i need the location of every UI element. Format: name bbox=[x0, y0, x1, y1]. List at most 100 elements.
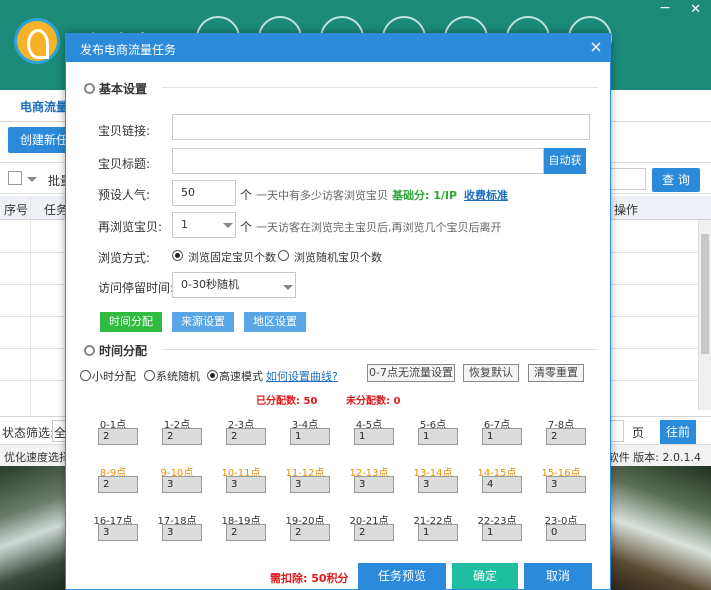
tab-region-settings[interactable]: 地区设置 bbox=[244, 312, 306, 332]
close-icon[interactable]: × bbox=[586, 37, 606, 57]
tab-time-allocation[interactable]: 时间分配 bbox=[100, 312, 162, 332]
item-title-label: 宝贝标题: bbox=[98, 157, 151, 171]
confirm-button[interactable]: 确定 bbox=[452, 563, 518, 589]
hour-value-input[interactable]: 1 bbox=[482, 428, 522, 445]
mode-random-radio[interactable] bbox=[144, 370, 155, 381]
item-link-input[interactable] bbox=[172, 114, 590, 140]
hour-value-input[interactable]: 1 bbox=[354, 428, 394, 445]
hour-value-input[interactable]: 3 bbox=[226, 476, 266, 493]
hour-value-input[interactable]: 2 bbox=[290, 524, 330, 541]
hour-value-input[interactable]: 2 bbox=[546, 428, 586, 445]
mode-fast-label[interactable]: 高速模式 bbox=[219, 368, 263, 384]
hour-value-input[interactable]: 4 bbox=[482, 476, 522, 493]
hour-value-input[interactable]: 2 bbox=[98, 476, 138, 493]
dialog-title: 发布电商流量任务 bbox=[80, 43, 177, 57]
gear-icon bbox=[84, 345, 95, 356]
select-all-checkbox[interactable] bbox=[8, 171, 22, 185]
task-preview-button[interactable]: 任务预览 bbox=[358, 563, 446, 589]
hour-value-input[interactable]: 1 bbox=[418, 428, 458, 445]
tab-source-settings[interactable]: 来源设置 bbox=[172, 312, 234, 332]
traffic-hint: 一天中有多少访客浏览宝贝 bbox=[256, 189, 388, 202]
rebrowse-value: 1 bbox=[181, 218, 188, 231]
restore-default-button[interactable]: 恢复默认 bbox=[463, 364, 519, 382]
clear-reset-button[interactable]: 清零重置 bbox=[528, 364, 584, 382]
mode-random-label[interactable]: 系统随机 bbox=[156, 368, 200, 384]
browse-mode-label: 浏览方式: bbox=[98, 251, 151, 265]
deduct-points: 需扣除: 50积分 bbox=[270, 572, 349, 585]
hour-value-input[interactable]: 3 bbox=[418, 476, 458, 493]
hour-value-input[interactable]: 2 bbox=[354, 524, 394, 541]
subnav-tab-ecommerce[interactable]: 电商流量 bbox=[20, 98, 68, 115]
basic-settings-heading: 基本设置 bbox=[84, 80, 147, 97]
traffic-unit: 个 bbox=[240, 188, 253, 202]
hour-value-input[interactable]: 3 bbox=[354, 476, 394, 493]
goto-page-button[interactable]: 往前 bbox=[660, 420, 696, 444]
mode-hour-radio[interactable] bbox=[80, 370, 91, 381]
gear-icon bbox=[84, 83, 95, 94]
hour-value-input[interactable]: 3 bbox=[290, 476, 330, 493]
allocated-count: 已分配数: 50 bbox=[256, 396, 318, 407]
chevron-down-icon bbox=[283, 285, 293, 290]
hour-value-input[interactable]: 0 bbox=[546, 524, 586, 541]
version-label: 手软件 版本: 2.0.1.4 bbox=[596, 451, 701, 464]
column-header-num: 序号 bbox=[4, 203, 29, 217]
no-traffic-0-7-button[interactable]: 0-7点无流量设置 bbox=[367, 364, 455, 382]
rebrowse-label: 再浏览宝贝: bbox=[98, 220, 163, 234]
browse-fixed-label[interactable]: 浏览固定宝贝个数 bbox=[188, 249, 276, 265]
time-allocation-label: 时间分配 bbox=[99, 344, 148, 358]
app-close-icon[interactable]: ✕ bbox=[690, 2, 701, 17]
query-button[interactable]: 查 询 bbox=[652, 168, 700, 192]
hour-value-input[interactable]: 2 bbox=[226, 524, 266, 541]
hour-value-input[interactable]: 3 bbox=[162, 476, 202, 493]
rebrowse-hint: 一天访客在浏览完主宝贝后,再浏览几个宝贝后离开 bbox=[256, 221, 502, 234]
item-link-label: 宝贝链接: bbox=[98, 124, 151, 138]
table-scrollbar[interactable] bbox=[698, 220, 711, 410]
basic-settings-label: 基本设置 bbox=[99, 82, 148, 96]
background-photo-right bbox=[610, 466, 711, 590]
hour-value-input[interactable]: 2 bbox=[98, 428, 138, 445]
base-score: 基础分: 1/IP bbox=[392, 189, 458, 202]
dialog-titlebar[interactable]: 发布电商流量任务 × bbox=[66, 34, 610, 62]
hour-value-input[interactable]: 3 bbox=[162, 524, 202, 541]
mode-fast-radio[interactable] bbox=[207, 370, 218, 381]
browse-random-radio[interactable] bbox=[278, 250, 289, 261]
publish-task-dialog: 发布电商流量任务 × 基本设置 宝贝链接: 宝贝标题: 自动获取 预设人气: 5… bbox=[65, 33, 611, 590]
unallocated-count: 未分配数: 0 bbox=[346, 396, 401, 407]
minimize-icon[interactable]: − bbox=[659, 0, 671, 16]
cancel-button[interactable]: 取消 bbox=[524, 563, 592, 589]
item-title-input[interactable] bbox=[172, 148, 544, 174]
column-header-op: 操作 bbox=[614, 203, 639, 217]
browse-fixed-radio[interactable] bbox=[172, 250, 183, 261]
app-logo bbox=[14, 18, 60, 64]
stay-time-select[interactable]: 0-30秒随机 bbox=[172, 272, 296, 298]
traffic-label: 预设人气: bbox=[98, 188, 151, 202]
hour-value-input[interactable]: 3 bbox=[546, 476, 586, 493]
stay-time-value: 0-30秒随机 bbox=[181, 278, 239, 291]
grid-divider bbox=[30, 196, 31, 414]
rebrowse-select[interactable]: 1 bbox=[172, 212, 236, 238]
chevron-down-icon bbox=[223, 223, 233, 228]
charge-standard-link[interactable]: 收费标准 bbox=[464, 187, 508, 203]
chevron-down-icon[interactable] bbox=[27, 177, 37, 182]
page-suffix: 页 bbox=[632, 426, 645, 440]
divider bbox=[162, 349, 598, 350]
divider bbox=[162, 87, 598, 88]
rebrowse-unit: 个 bbox=[240, 220, 253, 234]
time-allocation-heading: 时间分配 bbox=[84, 342, 147, 359]
mode-hour-label[interactable]: 小时分配 bbox=[92, 368, 136, 384]
traffic-input[interactable]: 50 bbox=[172, 180, 236, 206]
curve-help-link[interactable]: 如何设置曲线? bbox=[266, 368, 338, 384]
background-photo-left bbox=[0, 466, 66, 590]
status-filter-select[interactable]: 全 bbox=[52, 420, 66, 442]
auto-fetch-button[interactable]: 自动获取 bbox=[544, 148, 586, 193]
browse-random-label[interactable]: 浏览随机宝贝个数 bbox=[294, 249, 382, 265]
hour-value-input[interactable]: 1 bbox=[418, 524, 458, 541]
scroll-thumb[interactable] bbox=[701, 234, 709, 354]
hour-value-input[interactable]: 1 bbox=[290, 428, 330, 445]
hour-value-input[interactable]: 2 bbox=[162, 428, 202, 445]
hour-value-input[interactable]: 3 bbox=[98, 524, 138, 541]
hour-value-input[interactable]: 2 bbox=[226, 428, 266, 445]
hour-value-input[interactable]: 1 bbox=[482, 524, 522, 541]
stay-time-label: 访问停留时间: bbox=[98, 281, 175, 295]
speed-option-label[interactable]: 优化速度选择 bbox=[4, 449, 70, 465]
